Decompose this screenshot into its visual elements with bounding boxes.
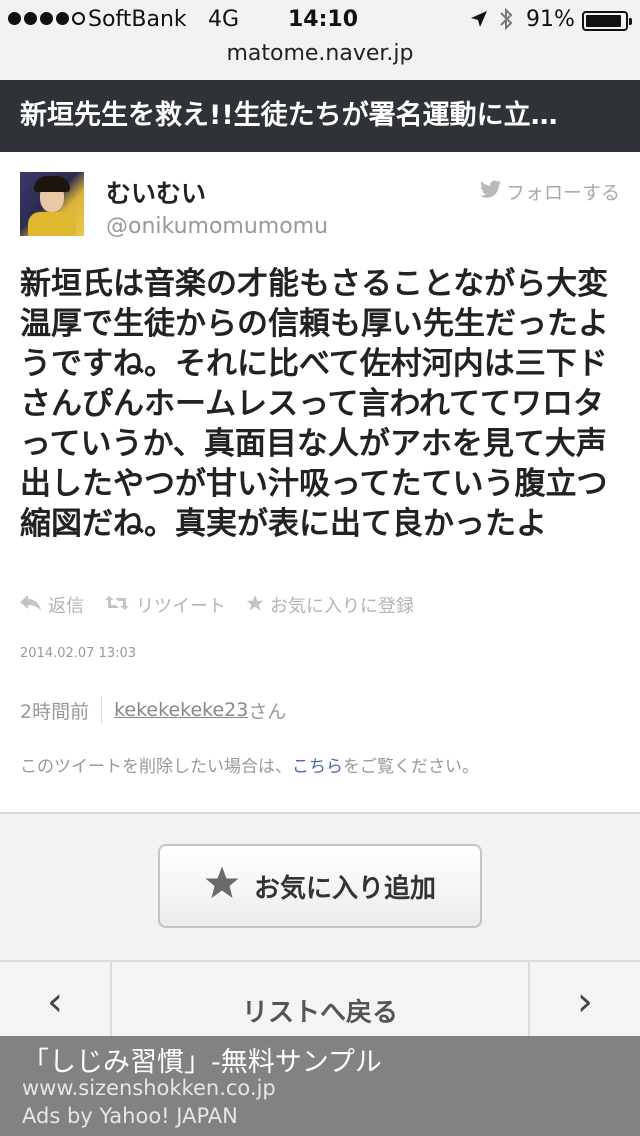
delete-link[interactable]: こちら xyxy=(292,757,343,777)
divider xyxy=(101,696,103,724)
ad-url[interactable]: www.sizenshokken.co.jp xyxy=(22,1076,276,1100)
avatar-body xyxy=(28,212,76,236)
twitter-bird-icon xyxy=(479,180,502,203)
tweet-actions: 返信 リツイート お気に入りに登録 xyxy=(20,592,414,618)
delete-note: このツイートを削除したい場合は、こちらをご覧ください。 xyxy=(20,752,479,777)
reply-button[interactable]: 返信 xyxy=(20,592,84,618)
back-to-list-button[interactable]: リストへ戻る xyxy=(114,992,526,1029)
tweet-card: むいむい @onikumomumomu フォローする 新垣氏は音楽の才能もさるこ… xyxy=(0,152,640,814)
signal-dot xyxy=(8,12,21,25)
delete-note-suffix: をご覧ください。 xyxy=(343,757,479,777)
user-handle[interactable]: @onikumomumomu xyxy=(106,214,328,239)
delete-note-prefix: このツイートを削除したい場合は、 xyxy=(20,757,292,777)
signal-dot xyxy=(72,12,85,25)
time-ago: 2時間前 xyxy=(20,700,90,723)
retweet-button[interactable]: リツイート xyxy=(104,592,226,618)
retweet-icon xyxy=(104,594,130,617)
chevron-left-icon: ‹ xyxy=(47,979,63,1025)
favorite-label: お気に入りに登録 xyxy=(270,596,414,617)
curation-meta: 2時間前 kekekekeke23 さん xyxy=(20,696,286,724)
url-bar[interactable]: matome.naver.jp xyxy=(0,40,640,80)
signal-dot xyxy=(40,12,53,25)
favorite-button[interactable]: お気に入りに登録 xyxy=(246,592,414,618)
battery-fill xyxy=(586,15,621,27)
user-name[interactable]: むいむい xyxy=(106,174,206,210)
follow-label: フォローする xyxy=(505,182,620,204)
ad-banner[interactable]: 「しじみ習慣」-無料サンプル www.sizenshokken.co.jp Ad… xyxy=(0,1036,640,1136)
avatar[interactable] xyxy=(20,172,84,236)
curator-suffix: さん xyxy=(248,700,287,723)
follow-button[interactable]: フォローする xyxy=(479,178,620,205)
bluetooth-icon xyxy=(498,6,514,38)
reply-label: 返信 xyxy=(48,596,84,617)
signal-dot xyxy=(56,12,69,25)
location-icon xyxy=(470,9,488,34)
tweet-date: 2014.02.07 13:03 xyxy=(20,646,137,661)
status-bar: SoftBank 4G 14:10 91% xyxy=(0,0,640,40)
retweet-label: リツイート xyxy=(136,596,226,617)
star-icon xyxy=(204,865,240,908)
star-icon xyxy=(246,594,264,617)
add-favorite-button[interactable]: お気に入り追加 xyxy=(158,844,482,928)
tweet-text: 新垣氏は音楽の才能もさることながら大変温厚で生徒からの信頼も厚い先生だったようで… xyxy=(20,266,609,542)
carrier-name: SoftBank xyxy=(88,7,187,32)
reply-icon xyxy=(20,594,42,616)
curator-link[interactable]: kekekekeke23 xyxy=(114,699,248,721)
avatar-hair xyxy=(34,176,70,192)
next-button[interactable]: › xyxy=(528,962,640,1042)
signal-strength xyxy=(8,12,85,25)
list-navigation: ‹ リストへ戻る › xyxy=(0,960,640,1042)
battery-icon xyxy=(582,11,632,31)
previous-button[interactable]: ‹ xyxy=(0,962,112,1042)
url-domain[interactable]: matome.naver.jp xyxy=(226,41,413,66)
page-title: 新垣先生を救え!!生徒たちが署名運動に立… xyxy=(0,80,640,152)
network-type: 4G xyxy=(208,7,240,32)
signal-dot xyxy=(24,12,37,25)
ad-title[interactable]: 「しじみ習慣」-無料サンプル xyxy=(22,1040,382,1079)
add-favorite-label: お気に入り追加 xyxy=(253,873,436,904)
clock: 14:10 xyxy=(288,7,359,32)
chevron-right-icon: › xyxy=(577,979,593,1025)
ad-attribution: Ads by Yahoo! JAPAN xyxy=(22,1104,238,1128)
battery-percent: 91% xyxy=(526,7,575,32)
